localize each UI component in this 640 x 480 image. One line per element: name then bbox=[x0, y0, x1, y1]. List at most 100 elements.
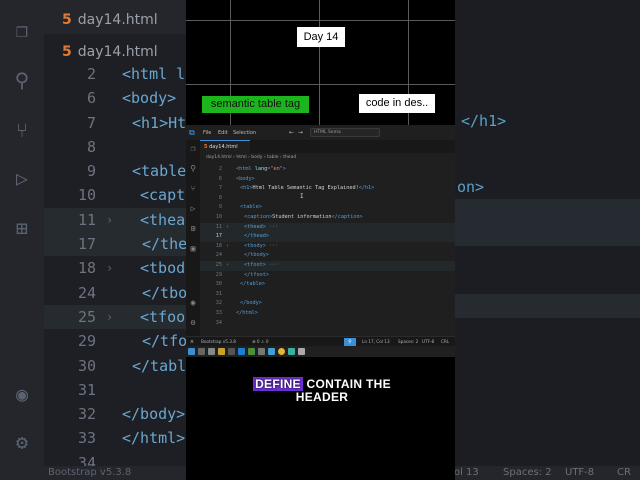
code-text: </table> bbox=[240, 281, 265, 288]
status-problems[interactable]: ⊗ 0 ⚠ 0 bbox=[252, 339, 269, 344]
search-icon[interactable]: ⚲ bbox=[188, 164, 198, 174]
app-icon[interactable] bbox=[268, 348, 275, 355]
code-line[interactable]: 25 › <tfoot> ··· bbox=[200, 261, 455, 271]
code-line[interactable]: 33 </html> bbox=[200, 309, 455, 319]
code-line[interactable]: 30 </table> bbox=[200, 280, 455, 290]
code-line[interactable]: 6 <body> bbox=[200, 175, 455, 185]
bg-status-left: Bootstrap v5.3.8 bbox=[48, 467, 132, 478]
code-line[interactable]: 8 bbox=[200, 194, 455, 204]
code-line[interactable]: 31 bbox=[200, 290, 455, 300]
menu-file[interactable]: File bbox=[203, 130, 211, 136]
code-line[interactable]: 17 </thead> bbox=[200, 232, 455, 242]
breadcrumb-item[interactable]: day14.html bbox=[206, 155, 232, 160]
code-line[interactable]: 10 <caption>Student information</caption> bbox=[200, 213, 455, 223]
code-text: <tbody> ··· bbox=[244, 242, 279, 249]
bg-line-code: </the bbox=[142, 235, 188, 254]
line-number: 7 bbox=[218, 185, 222, 192]
code-text: <body> bbox=[236, 175, 255, 182]
bg-line-code: <body> bbox=[122, 89, 177, 108]
caption-highlight-word: DEFINE bbox=[253, 377, 303, 391]
bg-line-code: <table bbox=[132, 162, 187, 181]
code-line[interactable]: 24 </tbody> bbox=[200, 251, 455, 261]
video-center-panel: Day 14 semantic table tag code in des.. … bbox=[186, 0, 455, 480]
settings-gear-icon: ⚙ bbox=[15, 430, 29, 454]
status-spaces[interactable]: Spaces: 2 bbox=[398, 339, 418, 344]
account-icon: ◉ bbox=[15, 382, 29, 406]
line-number: 30 bbox=[215, 281, 222, 288]
code-line[interactable]: 18 › <tbody> ··· bbox=[200, 242, 455, 252]
line-number: 32 bbox=[215, 300, 222, 307]
breadcrumb-item[interactable]: html bbox=[236, 155, 246, 160]
breadcrumb-item[interactable]: table bbox=[267, 155, 278, 160]
chrome-icon[interactable] bbox=[278, 348, 285, 355]
line-number: 18 bbox=[215, 242, 222, 249]
extensions-icon[interactable]: ⊞ bbox=[188, 224, 198, 234]
account-icon[interactable]: ◉ bbox=[188, 298, 198, 308]
code-text: </tbody> bbox=[244, 252, 269, 259]
vscode-taskbar-icon[interactable] bbox=[238, 348, 245, 355]
split-editor-icon[interactable]: ▣ bbox=[188, 244, 198, 254]
line-number: 31 bbox=[215, 290, 222, 297]
caption-line1: CONTAIN THE bbox=[306, 377, 391, 391]
task-view-icon[interactable] bbox=[208, 348, 215, 355]
code-editor[interactable]: 2 <html lang="en"> 6 <body> 7 <h1>Html Table … bbox=[200, 165, 455, 333]
code-line[interactable]: 32 </body> bbox=[200, 299, 455, 309]
menu-selection[interactable]: Selection bbox=[233, 130, 256, 136]
fold-chevron-icon[interactable]: › bbox=[226, 242, 229, 252]
menu-edit[interactable]: Edit bbox=[218, 130, 228, 136]
code-line[interactable]: 11 › <thead> ··· bbox=[200, 222, 455, 233]
activity-bar: ❐ ⚲ ⑂ ▷ ⊞ ▣ ◉ ⚙ bbox=[186, 140, 200, 336]
explorer-icon: ❐ bbox=[15, 18, 29, 42]
code-line[interactable]: 29 </tfoot> bbox=[200, 271, 455, 281]
bg-line-code: <h1>Ht bbox=[132, 113, 187, 132]
code-text: <h1>Html Table Semantic Tag Explained!</… bbox=[240, 185, 375, 192]
app-icon[interactable] bbox=[228, 348, 235, 355]
app-icon[interactable] bbox=[298, 348, 305, 355]
status-eol[interactable]: CRL bbox=[441, 339, 449, 344]
run-debug-icon: ▷ bbox=[15, 166, 29, 190]
fold-chevron-icon[interactable]: › bbox=[226, 261, 229, 271]
search-icon[interactable] bbox=[198, 348, 205, 355]
html5-icon: 5 bbox=[62, 44, 72, 60]
code-line[interactable]: 2 <html lang="en"> bbox=[200, 165, 455, 175]
app-icon[interactable] bbox=[248, 348, 255, 355]
status-bootstrap[interactable]: Bootstrap v5.3.8 bbox=[201, 339, 236, 344]
breadcrumb-item[interactable]: body bbox=[251, 155, 262, 160]
bg-line-number: 17 bbox=[77, 235, 96, 254]
code-line[interactable]: 34 bbox=[200, 319, 455, 329]
text-cursor-icon: I bbox=[300, 193, 304, 200]
settings-gear-icon[interactable]: ⚙ bbox=[188, 318, 198, 328]
line-number: 9 bbox=[218, 204, 222, 211]
command-search-input[interactable]: HTML Sema bbox=[310, 128, 380, 137]
bg-line-number: 2 bbox=[86, 65, 96, 83]
source-control-icon[interactable]: ⑂ bbox=[188, 184, 198, 194]
start-icon[interactable] bbox=[188, 348, 195, 355]
bg-line-number: 11 bbox=[77, 210, 96, 229]
nav-arrows-icon[interactable]: ← → bbox=[289, 129, 303, 136]
bg-line-code: <html la bbox=[122, 65, 195, 83]
breadcrumb: day14.html › html › body › table › thead bbox=[206, 155, 296, 160]
vscode-window: ⧉ File Edit Selection ← → HTML Sema ❐ ⚲ … bbox=[186, 125, 455, 357]
app-icon[interactable] bbox=[288, 348, 295, 355]
fold-chevron-icon[interactable]: › bbox=[226, 223, 229, 233]
run-debug-icon[interactable]: ▷ bbox=[188, 204, 198, 214]
status-search-icon[interactable]: ⚲ bbox=[344, 338, 356, 346]
bg-line-number: 6 bbox=[86, 89, 96, 108]
bg-line-code: <capt bbox=[140, 186, 186, 205]
status-position[interactable]: Ln 17, Col 13 bbox=[362, 339, 390, 344]
breadcrumb-item[interactable]: thead bbox=[283, 155, 296, 160]
bg-line-code: </tbo bbox=[142, 283, 188, 302]
tab-day14[interactable]: 5 day14.html bbox=[200, 140, 250, 153]
explorer-icon[interactable]: ❐ bbox=[188, 144, 198, 154]
code-text: </html> bbox=[236, 310, 258, 316]
code-line[interactable]: 9 <table> bbox=[200, 203, 455, 213]
file-explorer-icon[interactable] bbox=[218, 348, 225, 355]
line-number: 11 bbox=[215, 223, 222, 230]
code-text: </tfoot> bbox=[244, 271, 269, 278]
status-encoding[interactable]: UTF-8 bbox=[422, 339, 434, 344]
code-line[interactable]: 7 <h1>Html Table Semantic Tag Explained!<… bbox=[200, 184, 455, 194]
rp-status-spaces: Spaces: 2 bbox=[503, 467, 552, 478]
app-icon[interactable] bbox=[258, 348, 265, 355]
search-icon: ⚲ bbox=[14, 68, 30, 92]
html5-icon: 5 bbox=[62, 12, 72, 28]
